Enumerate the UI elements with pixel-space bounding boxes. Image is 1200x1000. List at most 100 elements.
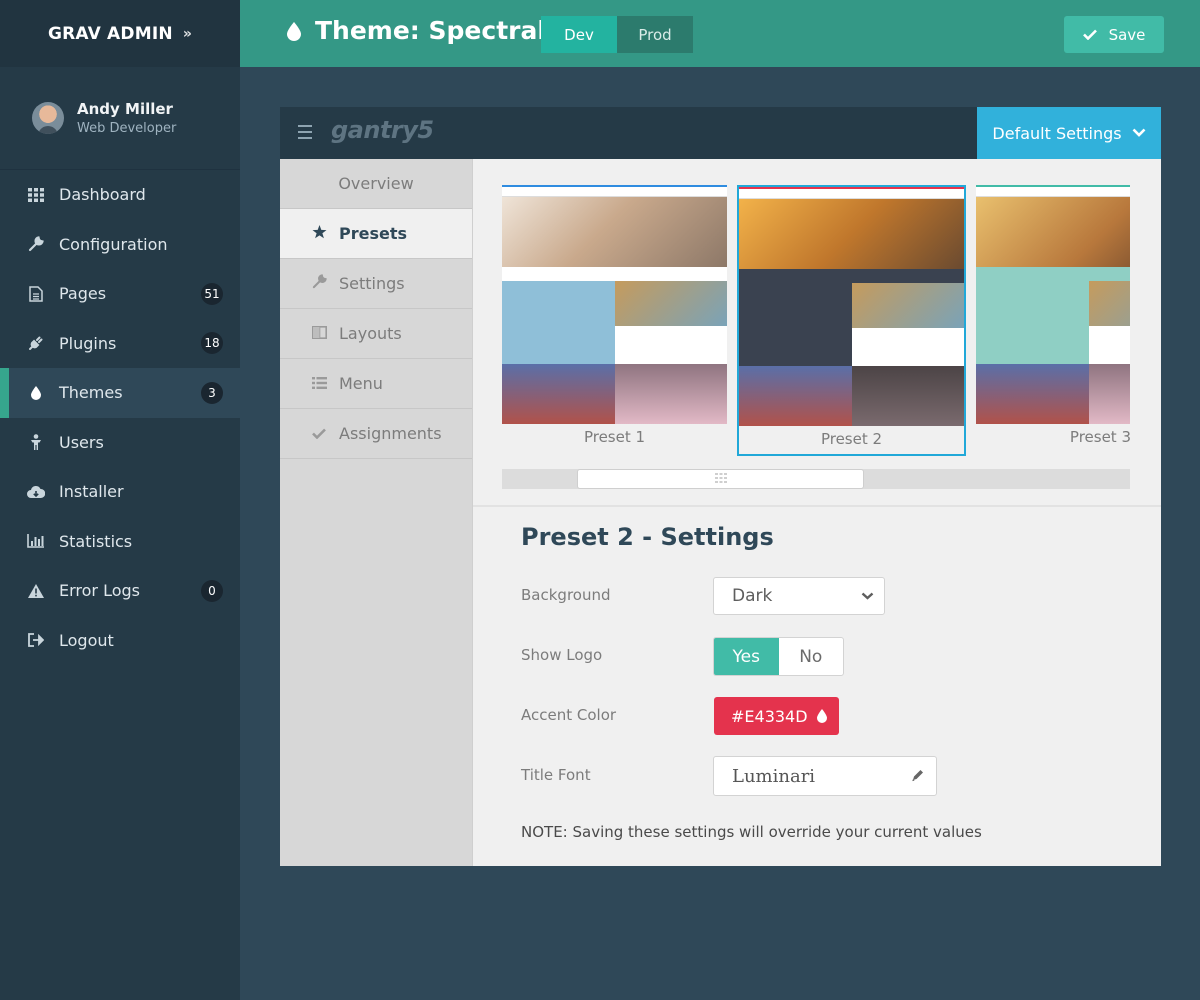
pencil-icon[interactable] bbox=[911, 768, 925, 786]
warning-icon bbox=[27, 582, 45, 600]
menu-item-label: Menu bbox=[339, 374, 383, 393]
menu-item-menu[interactable]: Menu bbox=[280, 359, 472, 409]
check-icon bbox=[310, 425, 328, 443]
page-title: Theme: Spectral bbox=[315, 16, 546, 45]
configuration-select-value: Default Settings bbox=[992, 123, 1122, 143]
sidebar: GRAV ADMIN » Andy Miller Web Developer D… bbox=[0, 0, 240, 1000]
settings-title: Preset 2 - Settings bbox=[521, 523, 774, 551]
presets-carousel: Preset 1 Preset 2 Preset 3 bbox=[502, 185, 1130, 465]
show-logo-yes[interactable]: Yes bbox=[714, 638, 779, 675]
sidebar-item-pages[interactable]: Pages 51 bbox=[0, 269, 240, 319]
background-label: Background bbox=[521, 586, 611, 604]
preset-card-3[interactable]: Preset 3 bbox=[976, 185, 1130, 456]
preset-label: Preset 3 bbox=[1069, 428, 1130, 446]
list-icon bbox=[310, 375, 328, 393]
gantry-panel: gantry5 Default Settings Overview Preset… bbox=[280, 107, 1161, 866]
menu-item-layouts[interactable]: Layouts bbox=[280, 309, 472, 359]
env-prod-button[interactable]: Prod bbox=[617, 16, 693, 53]
columns-icon bbox=[310, 325, 328, 343]
show-logo-no[interactable]: No bbox=[779, 638, 844, 675]
chevron-down-icon bbox=[861, 588, 874, 604]
preset-label: Preset 2 bbox=[820, 430, 883, 448]
sign-out-icon bbox=[27, 631, 45, 649]
tint-icon bbox=[817, 708, 827, 727]
sidebar-item-label: Statistics bbox=[59, 531, 133, 551]
sidebar-item-label: Installer bbox=[59, 482, 124, 502]
preset-thumbnail bbox=[976, 185, 1130, 424]
sidebar-item-label: Error Logs bbox=[59, 581, 140, 601]
sidebar-item-label: Dashboard bbox=[59, 185, 146, 205]
menu-item-settings[interactable]: Settings bbox=[280, 259, 472, 309]
title-font-value: Luminari bbox=[732, 765, 816, 787]
settings-note: NOTE: Saving these settings will overrid… bbox=[521, 823, 982, 841]
sidebar-item-themes[interactable]: Themes 3 bbox=[0, 368, 240, 418]
sidebar-item-logout[interactable]: Logout bbox=[0, 616, 240, 666]
hamburger-menu-icon[interactable] bbox=[298, 125, 312, 139]
sidebar-item-label: Configuration bbox=[59, 234, 168, 254]
cloud-download-icon bbox=[27, 483, 45, 501]
sidebar-item-statistics[interactable]: Statistics bbox=[0, 517, 240, 567]
avatar bbox=[32, 102, 64, 134]
file-icon bbox=[27, 285, 45, 303]
sidebar-item-label: Pages bbox=[59, 284, 107, 304]
presets-content: Preset 1 Preset 2 Preset 3 Preset 2 - Se… bbox=[473, 159, 1161, 866]
dashboard-icon bbox=[27, 186, 45, 204]
title-font-picker[interactable]: Luminari bbox=[713, 756, 937, 796]
profile-role: Web Developer bbox=[77, 121, 177, 136]
sidebar-nav: Dashboard Configuration Pages 51 Plugins… bbox=[0, 170, 240, 665]
show-logo-toggle: Yes No bbox=[713, 637, 844, 676]
show-logo-label: Show Logo bbox=[521, 646, 603, 664]
preset-label: Preset 1 bbox=[583, 428, 646, 446]
menu-item-label: Settings bbox=[339, 274, 405, 293]
background-select[interactable]: Dark bbox=[713, 577, 885, 615]
menu-item-overview[interactable]: Overview bbox=[280, 159, 472, 209]
sidebar-item-plugins[interactable]: Plugins 18 bbox=[0, 319, 240, 369]
wrench-icon bbox=[310, 274, 328, 293]
sidebar-item-installer[interactable]: Installer bbox=[0, 467, 240, 517]
divider bbox=[473, 505, 1161, 507]
themes-count-badge: 3 bbox=[201, 381, 223, 404]
profile-name: Andy Miller bbox=[77, 100, 173, 118]
preset-card-2[interactable]: Preset 2 bbox=[737, 185, 966, 456]
double-chevron-right-icon[interactable]: » bbox=[183, 26, 192, 42]
star-icon bbox=[310, 224, 328, 243]
menu-item-label: Presets bbox=[339, 224, 408, 243]
presets-scrollbar[interactable] bbox=[502, 469, 1130, 489]
preset-thumbnail bbox=[502, 185, 727, 424]
configuration-select[interactable]: Default Settings bbox=[977, 107, 1161, 159]
plug-icon bbox=[27, 334, 45, 352]
grip-icon bbox=[714, 472, 727, 486]
title-font-label: Title Font bbox=[521, 766, 591, 784]
brand[interactable]: GRAV ADMIN » bbox=[0, 0, 240, 67]
chevron-down-icon bbox=[1132, 125, 1146, 141]
gantry-header: gantry5 Default Settings bbox=[280, 107, 1161, 159]
preset-card-1[interactable]: Preset 1 bbox=[502, 185, 731, 456]
error-logs-count-badge: 0 bbox=[201, 579, 223, 602]
env-dev-button[interactable]: Dev bbox=[541, 16, 617, 53]
topbar: Theme: Spectral Dev Prod Save bbox=[240, 0, 1200, 67]
user-icon bbox=[27, 433, 45, 451]
check-icon bbox=[1082, 26, 1097, 44]
sidebar-item-label: Plugins bbox=[59, 333, 117, 353]
wrench-icon bbox=[27, 235, 45, 253]
plugins-count-badge: 18 bbox=[201, 332, 223, 355]
sidebar-item-label: Users bbox=[59, 432, 104, 452]
sidebar-item-error-logs[interactable]: Error Logs 0 bbox=[0, 566, 240, 616]
bar-chart-icon bbox=[27, 532, 45, 550]
menu-item-label: Layouts bbox=[339, 324, 402, 343]
sidebar-item-label: Themes bbox=[59, 383, 123, 403]
menu-item-presets[interactable]: Presets bbox=[280, 209, 472, 259]
sidebar-item-dashboard[interactable]: Dashboard bbox=[0, 170, 240, 220]
accent-color-label: Accent Color bbox=[521, 706, 617, 724]
sidebar-item-label: Logout bbox=[59, 630, 114, 650]
menu-item-assignments[interactable]: Assignments bbox=[280, 409, 472, 459]
sidebar-item-users[interactable]: Users bbox=[0, 418, 240, 468]
tint-icon bbox=[287, 22, 301, 45]
save-button[interactable]: Save bbox=[1064, 16, 1164, 53]
scrollbar-thumb[interactable] bbox=[577, 469, 864, 489]
user-profile[interactable]: Andy Miller Web Developer bbox=[0, 67, 240, 170]
sidebar-item-configuration[interactable]: Configuration bbox=[0, 220, 240, 270]
environment-toggle: Dev Prod bbox=[541, 16, 693, 53]
menu-item-label: Assignments bbox=[339, 424, 442, 443]
accent-color-picker[interactable]: #E4334D bbox=[714, 697, 839, 735]
